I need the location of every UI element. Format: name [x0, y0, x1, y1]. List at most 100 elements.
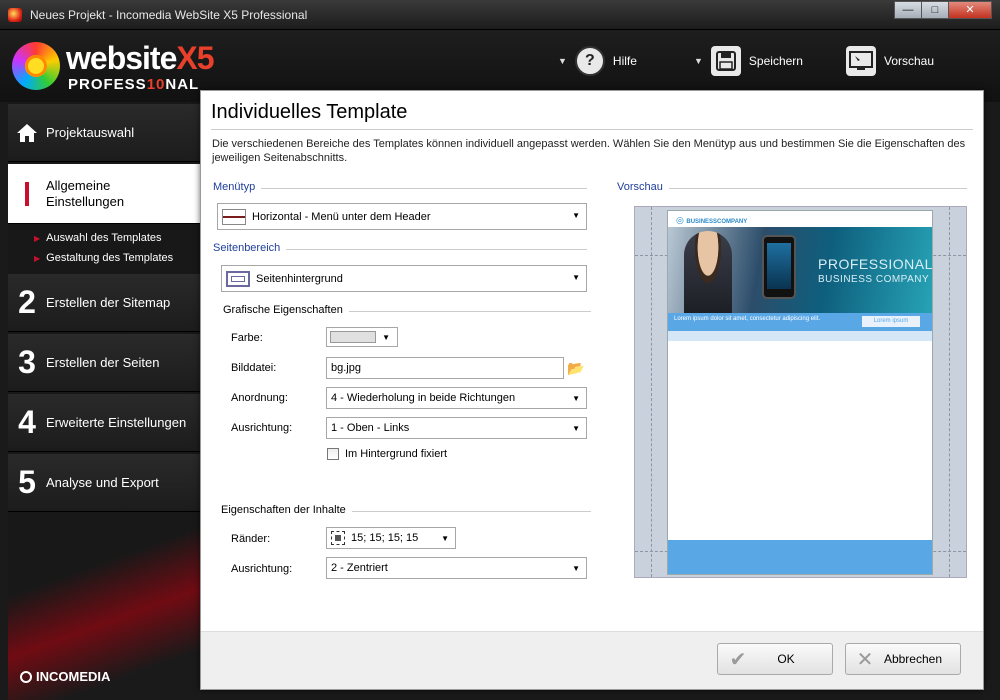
guide-line — [949, 207, 950, 577]
window-titlebar[interactable]: Neues Projekt - Incomedia WebSite X5 Pro… — [0, 0, 1000, 30]
chevron-down-icon: ▼ — [572, 564, 580, 573]
color-swatch — [330, 331, 376, 343]
seitenbereich-value: Seitenhintergrund — [256, 272, 343, 285]
raender-select[interactable]: 15; 15; 15; 15 ▼ — [326, 527, 456, 549]
step-number: 2 — [18, 284, 36, 320]
dialog-footer: ✔ OK ✕ Abbrechen — [201, 632, 983, 689]
farbe-color-picker[interactable]: ▼ — [326, 327, 398, 347]
step-number: 5 — [18, 464, 36, 500]
active-step-marker — [8, 181, 46, 206]
margins-icon — [331, 531, 345, 545]
menutyp-select[interactable]: Horizontal - Menü unter dem Header ▼ — [217, 203, 587, 230]
preview-label: Vorschau — [884, 54, 935, 68]
sidebar-item-label: Erstellen der Sitemap — [46, 294, 171, 310]
step-number: 4 — [18, 404, 36, 440]
ok-button[interactable]: ✔ OK — [717, 643, 833, 675]
incomedia-logo: INCOMEDIA — [20, 669, 110, 684]
preview-headline: PROFESSIONAL — [818, 256, 933, 272]
section-seitenbereich: Seitenbereich — [213, 242, 287, 254]
logo-edition: PROFESS10NAL — [68, 76, 200, 93]
floppy-disk-icon — [710, 46, 741, 76]
minimize-button[interactable]: — — [894, 1, 922, 19]
save-button[interactable]: ▼ Speichern — [694, 44, 803, 78]
help-icon: ? — [574, 46, 605, 76]
sidebar-item-label: Erstellen der Seiten — [46, 354, 160, 370]
menutyp-value: Horizontal - Menü unter dem Header — [252, 210, 431, 223]
window-controls: — □ ✕ — [894, 1, 992, 19]
ausrichtung-select[interactable]: 1 - Oben - Links ▼ — [326, 417, 587, 439]
bilddatei-input[interactable]: bg.jpg — [326, 357, 564, 379]
help-dropdown-caret-icon[interactable]: ▼ — [558, 56, 567, 66]
chevron-down-icon: ▼ — [572, 211, 580, 220]
cross-icon: ✕ — [856, 648, 874, 671]
help-label: Hilfe — [612, 54, 637, 68]
close-window-button[interactable]: ✕ — [948, 1, 992, 19]
chevron-down-icon: ▼ — [572, 394, 580, 403]
template-panel: Individuelles Template Die verschiedenen… — [200, 90, 984, 690]
anordnung-value: 4 - Wiederholung in beide Richtungen — [331, 392, 516, 404]
sidebar-subitem-gestaltung-des-templates[interactable]: Gestaltung des Templates — [34, 252, 173, 264]
cancel-button[interactable]: ✕ Abbrechen — [845, 643, 961, 675]
section-grafische-eigenschaften: Grafische Eigenschaften — [223, 304, 349, 316]
preview-page: BUSINESSCOMPANY PROFESSIONAL BUSINESS CO… — [667, 210, 933, 575]
seitenbereich-select[interactable]: Seitenhintergrund ▼ — [221, 265, 587, 292]
raender-value: 15; 15; 15; 15 — [351, 532, 419, 544]
checkbox-box[interactable] — [327, 448, 339, 460]
preview-banner: PROFESSIONAL BUSINESS COMPANY — [668, 227, 932, 313]
window-title: Neues Projekt - Incomedia WebSite X5 Pro… — [30, 8, 308, 22]
section-menutyp: Menütyp — [213, 181, 262, 193]
bilddatei-label: Bilddatei: — [231, 362, 277, 374]
preview-menu-button: Lorem ipsum — [862, 316, 920, 327]
chevron-down-icon: ▼ — [572, 273, 580, 282]
logo-ball-icon — [12, 42, 60, 90]
guide-line — [651, 207, 652, 577]
logo-word: websiteX5 — [66, 40, 215, 76]
section-vorschau: Vorschau — [617, 181, 669, 193]
preview-phone-image — [762, 235, 796, 299]
chevron-down-icon: ▼ — [441, 534, 449, 543]
preview-menu-bar: Lorem ipsum dolor sit amet, consectetur … — [668, 313, 932, 331]
page-description: Die verschiedenen Bereiche des Templates… — [212, 138, 966, 164]
inhalte-ausrichtung-select[interactable]: 2 - Zentriert ▼ — [326, 557, 587, 579]
save-label: Speichern — [748, 54, 803, 68]
monitor-icon — [846, 46, 876, 76]
sidebar-item-sitemap[interactable]: 2 Erstellen der Sitemap — [8, 274, 201, 332]
title-divider — [211, 129, 973, 130]
farbe-label: Farbe: — [231, 332, 263, 344]
sidebar: Projektauswahl AllgemeineEinstellungen A… — [8, 102, 201, 700]
preview-menu-text: Lorem ipsum dolor sit amet, consectetur … — [674, 316, 821, 322]
app-icon — [8, 8, 22, 22]
preview-button[interactable]: Vorschau — [846, 44, 934, 78]
ausrichtung-value: 1 - Oben - Links — [331, 422, 410, 434]
sidebar-item-analyse-export[interactable]: 5 Analyse und Export — [8, 454, 201, 512]
sidebar-item-erweiterte-einstellungen[interactable]: 4 Erweiterte Einstellungen — [8, 394, 201, 452]
ok-label: OK — [777, 652, 795, 666]
fixed-background-checkbox[interactable]: Im Hintergrund fixiert — [327, 448, 447, 460]
section-divider — [213, 188, 587, 189]
maximize-button[interactable]: □ — [921, 1, 949, 19]
help-button[interactable]: ▼ ? Hilfe — [558, 44, 637, 78]
preview-menu-shadow — [668, 331, 932, 341]
sidebar-subitem-auswahl-des-templates[interactable]: Auswahl des Templates — [34, 232, 161, 244]
sidebar-item-seiten[interactable]: 3 Erstellen der Seiten — [8, 334, 201, 392]
template-preview: BUSINESSCOMPANY PROFESSIONAL BUSINESS CO… — [634, 206, 967, 578]
save-dropdown-caret-icon[interactable]: ▼ — [694, 56, 703, 66]
section-eigenschaften-der-inhalte: Eigenschaften der Inhalte — [221, 504, 352, 516]
ausrichtung-label: Ausrichtung: — [231, 422, 293, 434]
raender-label: Ränder: — [231, 533, 271, 545]
inhalte-ausrichtung-value: 2 - Zentriert — [331, 562, 388, 574]
website-x5-logo: websiteX5 PROFESS10NAL — [12, 38, 252, 94]
preview-person-image — [684, 231, 732, 313]
anordnung-select[interactable]: 4 - Wiederholung in beide Richtungen ▼ — [326, 387, 587, 409]
sidebar-item-label: Analyse und Export — [46, 474, 159, 490]
sidebar-item-label: Allgemeine Einstellungen — [46, 177, 125, 209]
preview-subheadline: BUSINESS COMPANY — [818, 274, 930, 285]
sidebar-item-allgemeine-einstellungen[interactable]: Allgemeine Einstellungen — [8, 164, 201, 224]
checkmark-icon: ✔ — [729, 648, 747, 671]
folder-open-icon[interactable]: 📂 — [565, 358, 587, 378]
anordnung-label: Anordnung: — [231, 392, 288, 404]
sidebar-item-label: Erweiterte Einstellungen — [46, 414, 187, 430]
preview-company-logo: BUSINESSCOMPANY — [676, 215, 747, 226]
sidebar-item-projektauswahl[interactable]: Projektauswahl — [8, 104, 201, 162]
fixed-background-label: Im Hintergrund fixiert — [345, 448, 448, 460]
